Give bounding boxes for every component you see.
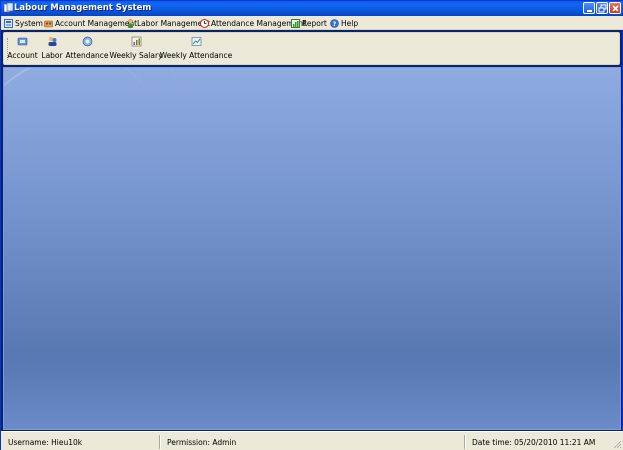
account-icon <box>17 37 28 46</box>
size-grip-icon[interactable] <box>611 438 622 449</box>
status-separator <box>159 435 161 449</box>
toolbar-attendance-button[interactable]: Attendance <box>65 35 109 63</box>
toolbar-attendance-label: Attendance <box>65 51 109 60</box>
labor-management-icon <box>128 18 133 28</box>
minimize-button[interactable] <box>583 2 595 14</box>
toolbar-weekly-attendance-button[interactable]: Weekly Attendance <box>160 35 232 63</box>
restore-button[interactable] <box>596 2 608 14</box>
weekly-salary-icon <box>131 36 141 47</box>
status-username: Username: Hieu10k <box>8 437 83 447</box>
account-management-icon <box>44 20 53 27</box>
minimize-icon <box>587 10 592 12</box>
toolbar-labor-label: Labor <box>41 51 63 60</box>
help-icon: ? <box>330 18 339 28</box>
status-bar: Username: Hieu10k Permission: Admin Date… <box>1 431 623 450</box>
toolbar-account-button[interactable]: Account <box>7 35 38 63</box>
menu-help-label: Help <box>341 18 359 28</box>
attendance-management-icon <box>200 18 209 28</box>
menu-attendance-management[interactable]: Attendance Management <box>200 17 306 29</box>
toolbar-weekly-salary-label: Weekly Salary <box>109 51 163 60</box>
menu-account-management-label: Account Management <box>55 18 138 28</box>
status-permission: Permission: Admin <box>167 437 237 447</box>
window-title: Labour Management System <box>14 3 152 13</box>
menu-account-management[interactable]: Account Management <box>44 17 137 29</box>
svg-text:?: ? <box>333 21 337 28</box>
labor-icon <box>48 37 56 46</box>
app-icon <box>4 3 13 13</box>
attendance-icon <box>82 36 92 47</box>
menu-system[interactable]: System <box>4 17 43 29</box>
title-bar[interactable]: Labour Management System <box>1 1 623 16</box>
report-icon <box>291 18 300 28</box>
toolbar-account-label: Account <box>7 51 38 60</box>
close-button[interactable] <box>609 2 621 14</box>
toolbar: Account Labor Attendance Weekly Salary W… <box>3 32 620 65</box>
system-icon <box>4 18 13 28</box>
menu-labor-management[interactable]: Labor Management <box>126 17 210 29</box>
toolbar-weekly-salary-button[interactable]: Weekly Salary <box>109 35 163 63</box>
main-window: Labour Management System System Account … <box>0 0 623 450</box>
toolbar-labor-button[interactable]: Labor <box>41 35 63 63</box>
menu-report-label: Report <box>302 18 327 28</box>
menu-bar: System Account Management Labor Manageme… <box>1 16 623 30</box>
restore-icon <box>598 4 607 13</box>
menu-report[interactable]: Report <box>291 17 327 29</box>
weekly-attendance-icon <box>191 37 201 46</box>
menu-system-label: System <box>15 18 43 28</box>
mdi-workspace[interactable] <box>3 67 621 430</box>
toolbar-weekly-attendance-label: Weekly Attendance <box>159 51 233 60</box>
menu-help[interactable]: ? Help <box>330 17 358 29</box>
close-icon <box>612 5 619 12</box>
status-separator <box>464 435 466 449</box>
status-datetime: Date time: 05/20/2010 11:21 AM <box>472 437 596 447</box>
